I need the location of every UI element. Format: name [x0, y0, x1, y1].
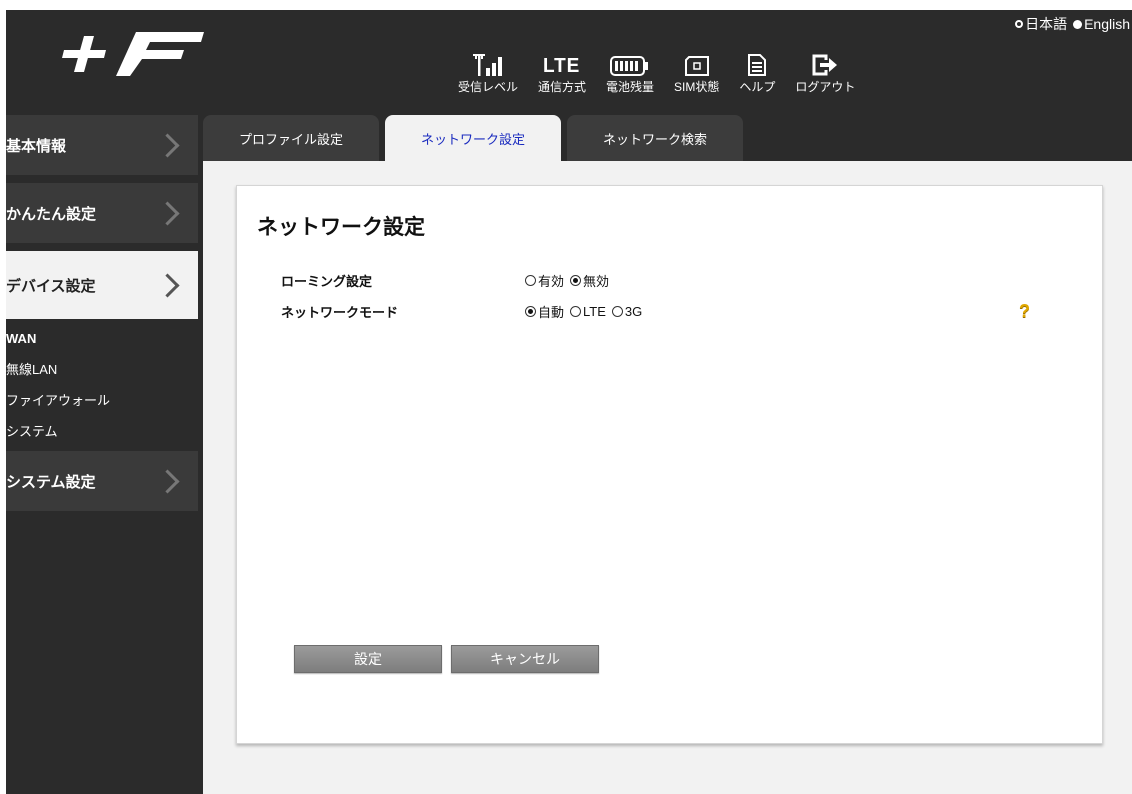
roaming-label: ローミング設定 [281, 274, 373, 289]
roaming-enabled-radio[interactable]: 有効 [525, 271, 564, 290]
router-admin-frame: 日本語 English 受信レベル LTE 通信方式 電池残量 SIM状態 ヘル… [6, 10, 1132, 794]
sim-card-icon [684, 48, 710, 76]
sim-status: SIM状態 [674, 48, 719, 95]
battery-icon [610, 48, 650, 76]
sidebar-item-label: システム設定 [6, 472, 96, 491]
sidebar-item-basic-info[interactable]: 基本情報 [6, 115, 198, 183]
roaming-enabled-label: 有効 [538, 274, 565, 289]
signal-level-status: 受信レベル [458, 48, 518, 95]
lang-english-label: English [1084, 16, 1130, 32]
form-actions: 設定 キャンセル [294, 645, 599, 673]
battery-label: 電池残量 [606, 80, 655, 94]
roaming-disabled-radio[interactable]: 無効 [570, 271, 609, 290]
network-mode-label: ネットワークモード [281, 305, 399, 320]
radio-icon [525, 275, 536, 286]
chevron-right-icon [155, 200, 180, 226]
sim-label: SIM状態 [674, 80, 720, 94]
network-type-label: 通信方式 [538, 80, 587, 94]
chevron-right-icon [155, 272, 180, 298]
help-nav[interactable]: ヘルプ [739, 48, 775, 95]
sidebar: 基本情報 かんたん設定 デバイス設定 WAN 無線LAN ファイアウォール シス… [6, 115, 198, 794]
logout-icon [812, 48, 838, 76]
logout-nav[interactable]: ログアウト [795, 48, 855, 95]
device-settings-submenu: WAN 無線LAN ファイアウォール システム [6, 319, 198, 447]
sidebar-item-label: デバイス設定 [6, 276, 96, 295]
sidebar-subitem-firewall[interactable]: ファイアウォール [6, 385, 198, 416]
network-settings-panel: ネットワーク設定 ローミング設定 有効 無効 ネットワークモード 自動 LTE … [236, 185, 1103, 744]
logout-label: ログアウト [795, 80, 856, 94]
sidebar-item-label: かんたん設定 [6, 204, 97, 223]
radio-icon [570, 306, 582, 317]
chevron-right-icon [155, 132, 180, 158]
radio-selected-icon [1073, 19, 1083, 29]
roaming-disabled-label: 無効 [583, 274, 610, 289]
sidebar-subitem-system[interactable]: システム [6, 416, 198, 447]
tab-network-settings[interactable]: ネットワーク設定 [385, 115, 561, 161]
radio-icon [611, 306, 623, 317]
tab-profile-settings[interactable]: プロファイル設定 [203, 115, 379, 161]
sidebar-item-easy-setup[interactable]: かんたん設定 [6, 183, 198, 251]
network-mode-row: ネットワークモード 自動 LTE 3G [281, 302, 642, 321]
brand-logo [62, 32, 204, 76]
mode-auto-radio[interactable]: 自動 [525, 302, 564, 321]
cancel-button[interactable]: キャンセル [451, 645, 599, 673]
page-title: ネットワーク設定 [257, 216, 425, 239]
sidebar-item-system-settings[interactable]: システム設定 [6, 451, 198, 519]
lang-japanese-label: 日本語 [1025, 16, 1068, 32]
sidebar-subitem-wireless-lan[interactable]: 無線LAN [6, 354, 198, 385]
help-question-icon[interactable]: ? [1019, 301, 1030, 322]
signal-antenna-icon [473, 48, 503, 76]
mode-lte-label: LTE [583, 304, 606, 319]
lang-option-english[interactable]: English [1073, 16, 1130, 32]
mode-lte-radio[interactable]: LTE [570, 304, 606, 319]
roaming-setting-row: ローミング設定 有効 無効 [281, 271, 609, 290]
radio-selected-icon [570, 275, 582, 286]
radio-selected-icon [525, 306, 536, 317]
status-bar: 受信レベル LTE 通信方式 電池残量 SIM状態 ヘルプ ログアウト [458, 48, 875, 95]
document-icon [748, 48, 767, 76]
main-content: ネットワーク設定 ローミング設定 有効 無効 ネットワークモード 自動 LTE … [203, 161, 1132, 794]
tab-bar: プロファイル設定 ネットワーク設定 ネットワーク検索 [203, 115, 743, 161]
sidebar-item-device-settings[interactable]: デバイス設定 [6, 251, 198, 319]
mode-3g-label: 3G [624, 304, 643, 319]
mode-auto-label: 自動 [538, 305, 565, 320]
battery-status: 電池残量 [606, 48, 654, 95]
language-selector: 日本語 English [1015, 14, 1130, 34]
lte-icon: LTE [543, 55, 581, 77]
chevron-right-icon [155, 468, 180, 494]
sidebar-subitem-wan[interactable]: WAN [6, 323, 198, 354]
tab-network-search[interactable]: ネットワーク検索 [567, 115, 743, 161]
apply-button[interactable]: 設定 [294, 645, 442, 673]
help-label: ヘルプ [739, 80, 776, 94]
signal-level-label: 受信レベル [458, 80, 519, 94]
radio-unselected-icon [1015, 20, 1024, 28]
network-type-status: LTE 通信方式 [538, 48, 586, 95]
sidebar-item-label: 基本情報 [6, 136, 67, 155]
mode-3g-radio[interactable]: 3G [611, 304, 643, 319]
lang-option-japanese[interactable]: 日本語 [1015, 14, 1067, 34]
